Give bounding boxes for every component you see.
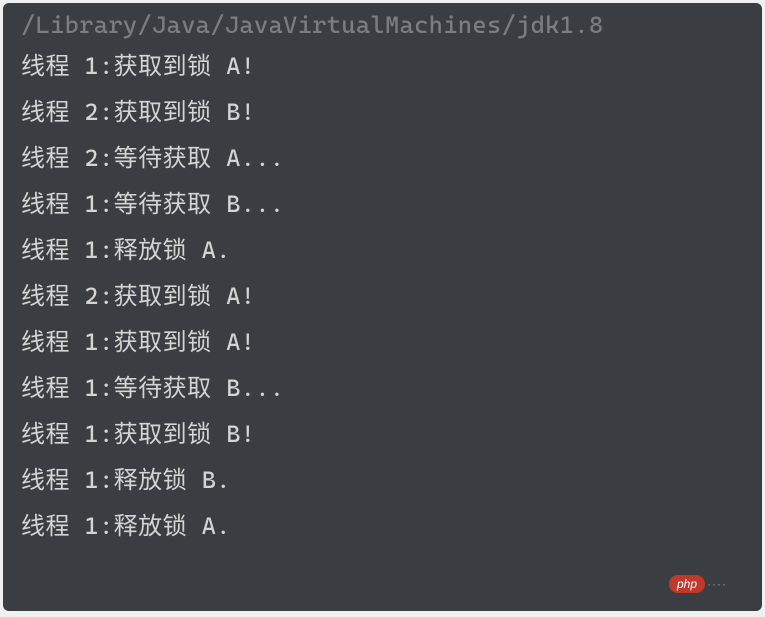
- output-line: 线程 1:释放锁 B.: [21, 457, 744, 503]
- path-display: /Library/Java/JavaVirtualMachines/jdk1.8: [3, 3, 762, 43]
- watermark-suffix: ····: [707, 577, 727, 591]
- output-line: 线程 2:等待获取 A...: [21, 135, 744, 181]
- watermark-badge: php: [669, 575, 705, 593]
- console-output: 线程 1:获取到锁 A! 线程 2:获取到锁 B! 线程 2:等待获取 A...…: [3, 43, 762, 549]
- output-line: 线程 2:获取到锁 A!: [21, 273, 744, 319]
- output-line: 线程 1:释放锁 A.: [21, 503, 744, 549]
- terminal-window: /Library/Java/JavaVirtualMachines/jdk1.8…: [3, 3, 762, 611]
- output-line: 线程 1:获取到锁 B!: [21, 411, 744, 457]
- output-line: 线程 1:等待获取 B...: [21, 365, 744, 411]
- watermark: php ····: [669, 575, 727, 593]
- output-line: 线程 1:释放锁 A.: [21, 227, 744, 273]
- output-line: 线程 1:等待获取 B...: [21, 181, 744, 227]
- output-line: 线程 2:获取到锁 B!: [21, 89, 744, 135]
- output-line: 线程 1:获取到锁 A!: [21, 43, 744, 89]
- output-line: 线程 1:获取到锁 A!: [21, 319, 744, 365]
